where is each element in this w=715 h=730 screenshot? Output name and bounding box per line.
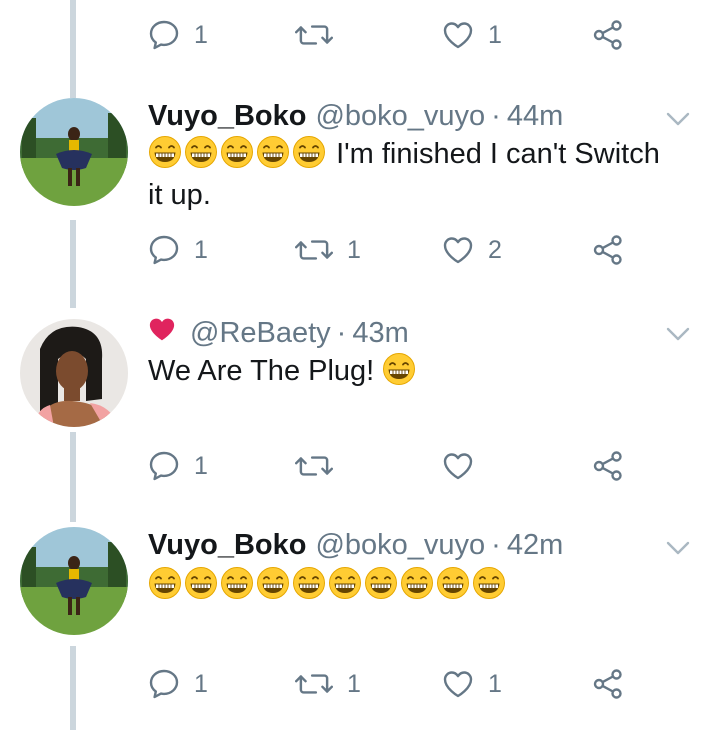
display-name[interactable]: Vuyo_Boko [148, 98, 306, 134]
tweet-header: Vuyo_Boko @boko_vuyo · 44m [148, 98, 563, 134]
emoji-group [148, 569, 508, 601]
retweet-button[interactable]: 1 [295, 664, 361, 704]
avatar[interactable] [20, 98, 128, 206]
grinning-emoji-icon [382, 352, 416, 386]
separator-dot: · [336, 317, 347, 349]
avatar-photo [20, 319, 128, 427]
share-icon [592, 234, 624, 266]
share-button[interactable] [592, 446, 624, 486]
tweet-text-content: We Are The Plug! [148, 355, 375, 387]
retweet-count: 1 [347, 235, 361, 264]
share-icon [592, 19, 624, 51]
reply-icon [148, 19, 180, 51]
retweet-button[interactable] [295, 15, 347, 55]
timestamp[interactable]: 42m [507, 527, 563, 563]
reply-button[interactable]: 1 [148, 15, 208, 55]
thread-line-top [70, 0, 76, 98]
grinning-emoji-icon [184, 135, 218, 169]
grinning-emoji-icon [148, 135, 182, 169]
grinning-emoji-icon [256, 135, 290, 169]
tweet-header: @ReBaety · 43m [148, 315, 409, 351]
grinning-emoji-icon [220, 135, 254, 169]
chevron-down-icon[interactable] [666, 541, 690, 555]
like-count: 2 [488, 235, 502, 264]
reply-count: 1 [194, 20, 208, 49]
separator-dot: · [491, 529, 501, 561]
grinning-emoji-icon [328, 566, 362, 600]
reply-icon [148, 668, 180, 700]
user-handle[interactable]: @boko_vuyo [315, 98, 485, 134]
grinning-emoji-icon [292, 135, 326, 169]
like-button[interactable] [442, 446, 488, 486]
reply-count: 1 [194, 669, 208, 698]
grinning-emoji-icon [400, 566, 434, 600]
share-button[interactable] [592, 15, 624, 55]
user-handle[interactable]: @ReBaety [190, 315, 331, 351]
tweet-text [148, 565, 678, 606]
reply-count: 1 [194, 451, 208, 480]
grinning-emoji-icon [256, 566, 290, 600]
retweet-button[interactable] [295, 446, 347, 486]
heart-icon [442, 450, 474, 482]
avatar[interactable] [20, 527, 128, 635]
grinning-emoji-icon [364, 566, 398, 600]
reply-count: 1 [194, 235, 208, 264]
chevron-down-icon[interactable] [666, 327, 690, 341]
grinning-emoji-icon [148, 566, 182, 600]
tweet-1[interactable]: Vuyo_Boko @boko_vuyo · 44m I'm finished … [0, 98, 715, 288]
emoji-group [148, 138, 328, 170]
retweet-icon [295, 669, 333, 699]
grinning-emoji-icon [292, 566, 326, 600]
reply-icon [148, 450, 180, 482]
avatar[interactable] [20, 319, 128, 427]
user-handle[interactable]: @boko_vuyo [315, 527, 485, 563]
retweet-button[interactable]: 1 [295, 230, 361, 270]
separator-dot: · [491, 100, 501, 132]
like-button[interactable]: 1 [442, 15, 502, 55]
reply-icon [148, 234, 180, 266]
reply-button[interactable]: 1 [148, 230, 208, 270]
grinning-emoji-icon [436, 566, 470, 600]
heart-icon [442, 668, 474, 700]
like-count: 1 [488, 669, 502, 698]
tweet-2[interactable]: @ReBaety · 43m We Are The Plug! 1 [0, 315, 715, 505]
reply-button[interactable]: 1 [148, 446, 208, 486]
grinning-emoji-icon [220, 566, 254, 600]
chevron-down-icon[interactable] [666, 112, 690, 126]
retweet-icon [295, 451, 333, 481]
top-action-bar: 1 1 [148, 15, 628, 55]
like-count: 1 [488, 20, 502, 49]
tweet-action-bar: 1 1 2 [148, 230, 628, 270]
grinning-emoji-icon [184, 566, 218, 600]
like-button[interactable]: 2 [442, 230, 502, 270]
tweet-text: I'm finished I can't Switch it up. [148, 134, 678, 216]
tweet-text: We Are The Plug! [148, 351, 678, 392]
display-name[interactable]: Vuyo_Boko [148, 527, 306, 563]
timestamp[interactable]: 43m [352, 315, 408, 351]
tweet-action-bar: 1 1 1 [148, 664, 628, 704]
emoji-group [382, 355, 418, 387]
grinning-emoji-icon [472, 566, 506, 600]
retweet-icon [295, 20, 333, 50]
share-button[interactable] [592, 230, 624, 270]
avatar-photo [20, 527, 128, 635]
reply-button[interactable]: 1 [148, 664, 208, 704]
share-icon [592, 450, 624, 482]
heart-icon [442, 19, 474, 51]
avatar-photo [20, 98, 128, 206]
retweet-count: 1 [347, 669, 361, 698]
tweet-header: Vuyo_Boko @boko_vuyo · 42m [148, 527, 563, 563]
heart-icon [442, 234, 474, 266]
share-button[interactable] [592, 664, 624, 704]
pink-heart-icon [148, 315, 176, 351]
tweet-3[interactable]: Vuyo_Boko @boko_vuyo · 42m 1 1 1 [0, 527, 715, 730]
retweet-icon [295, 235, 333, 265]
tweet-action-bar: 1 [148, 446, 628, 486]
share-icon [592, 668, 624, 700]
timestamp[interactable]: 44m [507, 98, 563, 134]
like-button[interactable]: 1 [442, 664, 502, 704]
